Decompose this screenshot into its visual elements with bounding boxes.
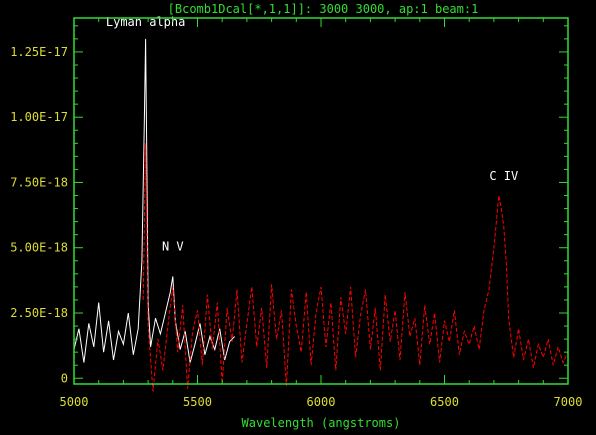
x-tick-label: 6500: [430, 395, 459, 409]
y-tick-label: 1.00E-17: [10, 110, 68, 124]
y-tick-label: 0: [61, 371, 68, 385]
x-tick-label: 6000: [307, 395, 336, 409]
x-tick-label: 5000: [60, 395, 89, 409]
annotation-label-2: N V: [162, 239, 184, 253]
x-tick-label: 7000: [554, 395, 583, 409]
y-tick-label: 7.50E-18: [10, 175, 68, 189]
x-tick-label: 5500: [183, 395, 212, 409]
annotation-label-3: C IV: [489, 169, 518, 183]
y-tick-label: 5.00E-18: [10, 241, 68, 255]
y-tick-label: 2.50E-18: [10, 306, 68, 320]
y-tick-label: 1.25E-17: [10, 45, 68, 59]
annotation-label-1: Lyman alpha: [106, 15, 185, 29]
chart-title: [Bcomb1Dcal[*,1,1]]: 3000 3000, ap:1 bea…: [168, 2, 479, 16]
spectrum-plot: [Bcomb1Dcal[*,1,1]]: 3000 3000, ap:1 bea…: [0, 0, 596, 435]
x-axis-label: Wavelength (angstroms): [242, 416, 401, 430]
